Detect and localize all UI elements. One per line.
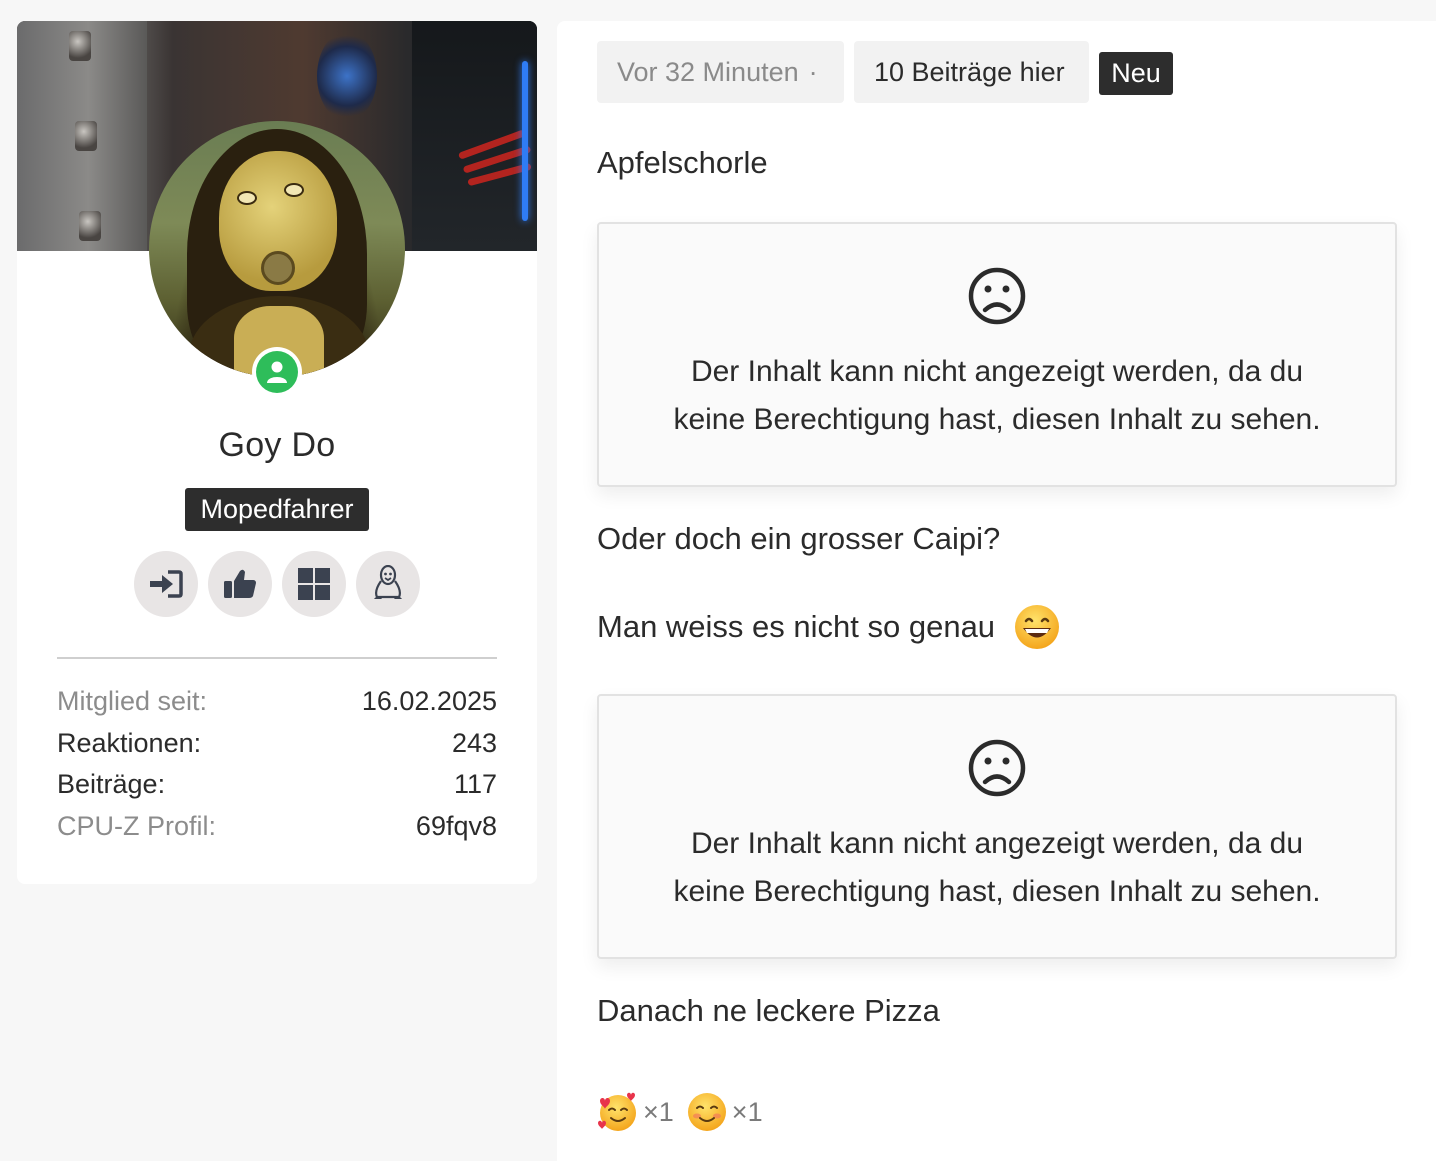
stat-label: Reaktionen: — [57, 727, 202, 758]
trophy-badges — [134, 551, 424, 617]
sad-face-icon — [968, 267, 1026, 325]
blocked-message-line: Der Inhalt kann nicht angezeigt werden, … — [690, 827, 1304, 860]
avatar[interactable] — [149, 121, 405, 377]
post-timestamp[interactable]: Vor 32 Minuten · — [597, 41, 844, 103]
post-line: Man weiss es nicht so genau — [597, 609, 996, 644]
reaction-count: ×1 — [643, 1096, 674, 1127]
user-name[interactable]: Goy Do — [17, 426, 537, 465]
badge-linux[interactable] — [356, 551, 420, 617]
badge-sign-in[interactable] — [134, 551, 198, 617]
stat-value: 69fqv8 — [415, 810, 497, 841]
reaction-item[interactable]: ×1 — [597, 1091, 674, 1133]
grinning-face-icon — [1015, 605, 1060, 649]
profile-stats: Mitglied seit: 16.02.2025 Reaktionen: 24… — [57, 681, 497, 847]
blocked-message-line: keine Berechtigung hast, diesen Inhalt z… — [673, 875, 1321, 908]
blocked-message-line: keine Berechtigung hast, diesen Inhalt z… — [673, 403, 1321, 436]
stat-value: 117 — [453, 769, 497, 800]
stat-value: 16.02.2025 — [361, 686, 497, 717]
online-status-badge — [252, 347, 302, 397]
stat-cpuz-profile: CPU-Z Profil: 69fqv8 — [57, 806, 497, 848]
badge-windows[interactable] — [282, 551, 346, 617]
post-line: Apfelschorle — [597, 145, 768, 180]
post-time-label: Vor 32 Minuten — [617, 56, 799, 87]
stat-value: 243 — [451, 727, 497, 758]
blocked-message-line: Der Inhalt kann nicht angezeigt werden, … — [690, 355, 1304, 388]
new-badge: Neu — [1099, 52, 1173, 95]
post-content: Vor 32 Minuten · 10 Beiträge hier Neu Ap… — [557, 21, 1436, 1161]
smiling-face-with-hearts-icon — [598, 1092, 636, 1131]
sad-face-icon — [968, 739, 1026, 797]
meta-separator: · — [808, 56, 818, 87]
reaction-item[interactable]: ×1 — [686, 1091, 763, 1133]
stat-label: CPU-Z Profil: — [57, 810, 217, 841]
thumbs-up-icon — [224, 569, 256, 598]
stat-member-since: Mitglied seit: 16.02.2025 — [57, 681, 497, 723]
reaction-summary[interactable]: ×1 ×1 — [597, 1091, 775, 1133]
smiling-face-icon — [687, 1093, 726, 1131]
post-line: Danach ne leckere Pizza — [597, 993, 940, 1028]
blocked-content-box: Der Inhalt kann nicht angezeigt werden, … — [597, 222, 1397, 487]
stat-posts[interactable]: Beiträge: 117 — [57, 764, 497, 806]
stat-label: Mitglied seit: — [57, 686, 208, 717]
user-title-badge: Mopedfahrer — [185, 488, 369, 531]
reaction-count: ×1 — [731, 1096, 763, 1127]
stat-label: Beiträge: — [57, 769, 166, 800]
post-line: Oder doch ein grosser Caipi? — [597, 521, 1001, 556]
badge-thumbs-up[interactable] — [208, 551, 272, 617]
divider — [57, 657, 497, 659]
linux-tux-icon — [374, 565, 402, 599]
windows-icon — [298, 568, 330, 600]
blocked-content-box: Der Inhalt kann nicht angezeigt werden, … — [597, 694, 1397, 959]
sign-in-icon — [150, 570, 183, 598]
user-profile-card: Goy Do Mopedfahrer Mitglied seit: 16.02.… — [17, 21, 537, 884]
stat-reactions[interactable]: Reaktionen: 243 — [57, 723, 497, 765]
blocked-message: Der Inhalt kann nicht angezeigt werden, … — [637, 348, 1357, 444]
post-line-with-emoji: Man weiss es nicht so genau — [597, 603, 1061, 651]
post-count-here[interactable]: 10 Beiträge hier — [854, 41, 1089, 103]
blocked-message: Der Inhalt kann nicht angezeigt werden, … — [637, 820, 1357, 916]
user-icon — [267, 361, 287, 383]
